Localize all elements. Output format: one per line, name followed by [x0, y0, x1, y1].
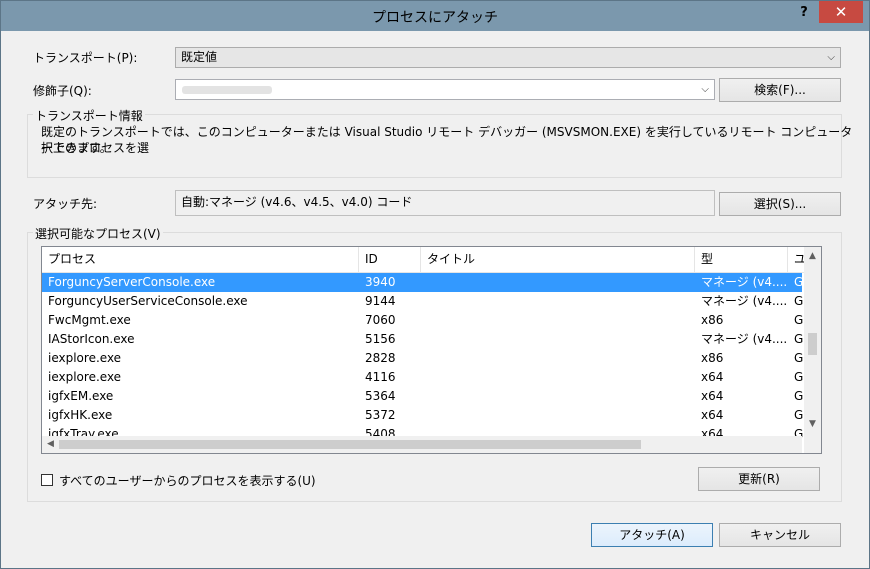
transport-label: トランスポート(P):: [33, 51, 138, 65]
available-processes-title: 選択可能なプロセス(V): [33, 225, 163, 242]
close-icon[interactable]: ✕: [819, 1, 863, 23]
show-all-users-checkbox[interactable]: [41, 474, 53, 486]
process-type-cell: x86: [701, 313, 724, 327]
process-id-cell: 5372: [365, 408, 396, 422]
process-title-cell: [421, 330, 695, 349]
process-list-header: プロセス ID タイトル 型 ユ: [42, 247, 821, 273]
process-id-cell: 2828: [365, 351, 396, 365]
table-row[interactable]: ForguncyServerConsole.exe 3940 マネージ (v4...…: [42, 273, 803, 292]
process-list[interactable]: プロセス ID タイトル 型 ユ ForguncyServerConsole.e…: [41, 246, 822, 454]
show-all-users-label[interactable]: すべてのユーザーからのプロセスを表示する(U): [59, 472, 316, 489]
table-row[interactable]: IAStorIcon.exe 5156 マネージ (v4.... G: [42, 330, 803, 349]
process-title-cell: [421, 292, 695, 311]
process-title-cell: [421, 311, 695, 330]
help-icon[interactable]: ?: [791, 3, 817, 23]
process-id-cell: 4116: [365, 370, 396, 384]
table-row[interactable]: ForguncyUserServiceConsole.exe 9144 マネージ (…: [42, 292, 803, 311]
process-id-cell: 7060: [365, 313, 396, 327]
attach-to-label: アタッチ先:: [33, 197, 98, 211]
attach-to-value: 自動:マネージ (v4.6、v4.5、v4.0) コード: [175, 190, 715, 216]
process-title-cell: [421, 406, 695, 425]
horizontal-scrollbar[interactable]: ◀: [42, 436, 802, 453]
column-header-id[interactable]: ID: [359, 247, 421, 272]
table-row[interactable]: igfxEM.exe 5364 x64 G: [42, 387, 803, 406]
horizontal-scroll-thumb[interactable]: [59, 440, 641, 449]
transport-value: 既定値: [181, 50, 218, 64]
cancel-button[interactable]: キャンセル: [719, 523, 841, 547]
process-id-cell: 9144: [365, 294, 396, 308]
title-bar[interactable]: プロセスにアタッチ ? ✕: [1, 1, 869, 31]
process-id-cell: 5364: [365, 389, 396, 403]
process-type-cell: x64: [701, 389, 724, 403]
transport-info-title: トランスポート情報: [33, 107, 145, 124]
qualifier-label: 修飾子(Q):: [33, 84, 92, 98]
vertical-scroll-thumb[interactable]: [808, 333, 817, 355]
chevron-down-icon: ⌵: [701, 84, 709, 95]
refresh-button[interactable]: 更新(R): [698, 467, 820, 491]
process-type-cell: マネージ (v4....: [701, 294, 788, 308]
scroll-down-icon[interactable]: ▼: [804, 419, 821, 429]
process-name-cell: IAStorIcon.exe: [48, 332, 135, 346]
table-row[interactable]: FwcMgmt.exe 7060 x86 G: [42, 311, 803, 330]
process-name-cell: igfxEM.exe: [48, 389, 114, 403]
scroll-up-icon[interactable]: ▲: [804, 251, 821, 261]
table-row[interactable]: iexplore.exe 4116 x64 G: [42, 368, 803, 387]
process-id-cell: 3940: [365, 275, 396, 289]
transport-info-line1: 既定のトランスポートでは、このコンピューターまたは Visual Studio …: [41, 125, 853, 155]
process-name-cell: iexplore.exe: [48, 351, 122, 365]
attach-to-process-dialog: プロセスにアタッチ ? ✕ トランスポート(P): 既定値 ⌵ 修飾子(Q): …: [0, 0, 870, 569]
qualifier-input[interactable]: ⌵: [175, 79, 715, 100]
column-header-title[interactable]: タイトル: [421, 247, 695, 272]
select-code-type-button[interactable]: 選択(S)...: [719, 192, 841, 216]
scroll-left-icon[interactable]: ◀: [42, 439, 59, 449]
process-title-cell: [421, 368, 695, 387]
transport-select[interactable]: 既定値 ⌵: [175, 47, 841, 68]
process-id-cell: 5156: [365, 332, 396, 346]
process-type-cell: x86: [701, 351, 724, 365]
column-header-process[interactable]: プロセス: [42, 247, 359, 272]
attach-button[interactable]: アタッチ(A): [591, 523, 713, 547]
process-name-cell: ForguncyServerConsole.exe: [48, 275, 216, 289]
process-type-cell: マネージ (v4....: [701, 332, 788, 346]
qualifier-value-redacted: [182, 86, 272, 94]
process-title-cell: [421, 349, 695, 368]
process-type-cell: マネージ (v4....: [701, 275, 788, 289]
process-name-cell: ForguncyUserServiceConsole.exe: [48, 294, 248, 308]
column-header-type[interactable]: 型: [695, 247, 788, 272]
table-row[interactable]: iexplore.exe 2828 x86 G: [42, 349, 803, 368]
dialog-body: トランスポート(P): 既定値 ⌵ 修飾子(Q): ⌵ 検索(F)... トラン…: [9, 31, 860, 560]
process-name-cell: iexplore.exe: [48, 370, 122, 384]
process-type-cell: x64: [701, 408, 724, 422]
transport-info-line2: 択できます。: [41, 141, 112, 155]
process-name-cell: FwcMgmt.exe: [48, 313, 131, 327]
process-title-cell: [421, 387, 695, 406]
process-title-cell: [421, 273, 695, 292]
chevron-down-icon: ⌵: [827, 52, 835, 63]
process-name-cell: igfxHK.exe: [48, 408, 113, 422]
vertical-scrollbar[interactable]: ▲ ▼: [804, 247, 821, 453]
window-title: プロセスにアタッチ: [372, 10, 498, 26]
search-button[interactable]: 検索(F)...: [719, 78, 841, 102]
process-type-cell: x64: [701, 370, 724, 384]
table-row[interactable]: igfxHK.exe 5372 x64 G: [42, 406, 803, 425]
